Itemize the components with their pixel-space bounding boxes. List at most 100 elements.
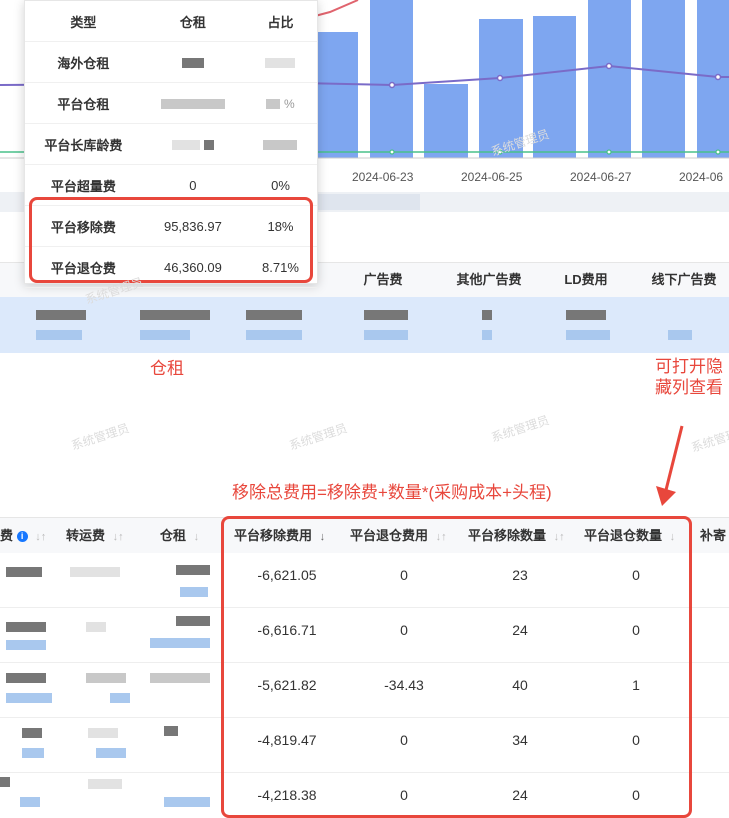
- redacted-value: [482, 310, 492, 320]
- col-removal-qty[interactable]: 平台移除数量 ↓↑: [468, 518, 565, 554]
- line-point: [606, 149, 612, 155]
- redacted-value: [140, 330, 190, 340]
- info-icon[interactable]: i: [16, 531, 28, 543]
- tooltip-rent-redacted: [141, 41, 244, 83]
- redacted-value: [566, 310, 606, 320]
- redacted-value: [176, 565, 210, 575]
- removal-fee: -4,218.38: [257, 787, 317, 803]
- col-rent[interactable]: 仓租 ↓: [160, 518, 199, 554]
- removal-fee: -5,621.82: [257, 677, 317, 693]
- table-row[interactable]: -4,218.38 0 24 0: [0, 773, 729, 816]
- redacted-value: [164, 726, 178, 736]
- redacted-value: [150, 638, 210, 648]
- redacted-value: [180, 587, 208, 597]
- table-row[interactable]: -6,621.05 0 23 0: [0, 553, 729, 608]
- x-tick-label: 2024-06-23: [352, 170, 414, 184]
- sort-icon[interactable]: ↓: [670, 531, 676, 543]
- sort-icon[interactable]: ↓↑: [436, 531, 447, 543]
- watermark: 系统管理员: [689, 423, 729, 455]
- removal-fee: -6,621.05: [257, 567, 317, 583]
- redacted-value: [70, 567, 120, 577]
- table-row[interactable]: -5,621.82 -34.43 40 1: [0, 663, 729, 718]
- col-fee[interactable]: 费 i ↓↑: [0, 518, 46, 554]
- line-point: [496, 74, 504, 82]
- col-return-qty[interactable]: 平台退仓数量 ↓: [584, 518, 675, 554]
- chart-bar: [318, 32, 358, 158]
- x-tick-label: 2024-06-25: [461, 170, 523, 184]
- zoom-range[interactable]: [310, 194, 420, 210]
- redacted-value: [150, 673, 210, 683]
- col-offline-ad-fee[interactable]: 线下广告费: [640, 263, 728, 297]
- col-transfer-fee[interactable]: 转运费 ↓↑: [66, 518, 124, 554]
- sort-icon[interactable]: ↓↑: [35, 531, 46, 543]
- removal-qty: 34: [512, 732, 528, 748]
- redacted-value: [86, 673, 126, 683]
- redacted-value: [6, 640, 46, 650]
- annotation-formula: 移除总费用=移除费+数量*(采购成本+头程): [232, 483, 552, 502]
- table-row[interactable]: -6,616.71 0 24 0: [0, 608, 729, 663]
- removal-qty: 24: [512, 787, 528, 803]
- line-point: [389, 149, 395, 155]
- col-ad-fee[interactable]: 广告费: [352, 263, 414, 297]
- col-other-ad-fee[interactable]: 其他广告费: [448, 263, 530, 297]
- sort-icon[interactable]: ↓: [194, 531, 200, 543]
- return-qty: 0: [632, 622, 640, 638]
- tooltip-rent-redacted: [141, 123, 244, 165]
- sort-icon[interactable]: ↓↑: [554, 531, 565, 543]
- tooltip-rent-redacted: [141, 82, 244, 124]
- tooltip-type: 海外仓租: [25, 41, 142, 83]
- line-point: [714, 73, 722, 81]
- redacted-value: [246, 310, 302, 320]
- tooltip-header-ratio: 占比: [243, 1, 317, 42]
- redacted-value: [668, 330, 692, 340]
- removal-fee: -6,616.71: [257, 622, 317, 638]
- return-qty: 0: [632, 567, 640, 583]
- tooltip-rent: 46,360.09: [141, 246, 244, 288]
- watermark: 系统管理员: [69, 421, 131, 453]
- tooltip-type: 平台超量费: [25, 164, 142, 206]
- return-qty: 1: [632, 677, 640, 693]
- tooltip-type: 平台仓租: [25, 82, 142, 124]
- return-fee: 0: [400, 787, 408, 803]
- return-qty: 0: [632, 787, 640, 803]
- redacted-value: [6, 673, 46, 683]
- tooltip-ratio-redacted: [243, 41, 317, 83]
- tooltip-type: 平台移除费: [25, 205, 142, 247]
- tooltip-rent: 95,836.97: [141, 205, 244, 247]
- tooltip-header-rent: 仓租: [141, 1, 244, 42]
- redacted-value: [22, 748, 44, 758]
- chart-bar: [424, 84, 468, 158]
- tooltip-table: 类型 仓租 占比 海外仓租 平台仓租 % 平台长库龄费 平台超量费 0 0% 平…: [25, 1, 317, 288]
- redacted-value: [86, 622, 106, 632]
- detail-table-header: 费 i ↓↑ 转运费 ↓↑ 仓租 ↓ 平台移除费用 ↓ 平台退仓费用 ↓↑ 平台…: [0, 517, 729, 555]
- redacted-value: [110, 693, 130, 703]
- arrow-down-icon: [656, 425, 684, 506]
- watermark: 系统管理员: [489, 413, 551, 445]
- redacted-value: [364, 330, 408, 340]
- watermark: 系统管理员: [287, 421, 349, 453]
- col-supplement[interactable]: 补寄: [700, 518, 726, 554]
- tooltip-header-type: 类型: [25, 1, 142, 42]
- col-removal-fee[interactable]: 平台移除费用 ↓: [234, 518, 325, 554]
- tooltip-type: 平台长库龄费: [25, 123, 142, 165]
- sort-desc-icon[interactable]: ↓: [320, 531, 326, 543]
- redacted-value: [36, 330, 82, 340]
- col-ld-fee[interactable]: LD费用: [553, 263, 619, 297]
- redacted-value: [88, 779, 122, 789]
- removal-qty: 24: [512, 622, 528, 638]
- redacted-value: [246, 330, 302, 340]
- return-fee: 0: [400, 567, 408, 583]
- chart-tooltip: 类型 仓租 占比 海外仓租 平台仓租 % 平台长库龄费 平台超量费 0 0% 平…: [24, 0, 318, 288]
- line-point: [715, 149, 721, 155]
- chart-bar: [588, 0, 631, 158]
- return-fee: -34.43: [384, 677, 424, 693]
- table-row[interactable]: -4,819.47 0 34 0: [0, 718, 729, 773]
- annotation-hidden-columns: 可打开隐藏列查看: [655, 357, 723, 397]
- tooltip-ratio: 18%: [243, 205, 317, 247]
- redacted-value: [36, 310, 86, 320]
- summary-table-row-selected[interactable]: [0, 297, 729, 353]
- tooltip-ratio: 0%: [243, 164, 317, 206]
- sort-icon[interactable]: ↓↑: [113, 531, 124, 543]
- col-return-fee[interactable]: 平台退仓费用 ↓↑: [350, 518, 447, 554]
- chart-bar: [642, 0, 685, 158]
